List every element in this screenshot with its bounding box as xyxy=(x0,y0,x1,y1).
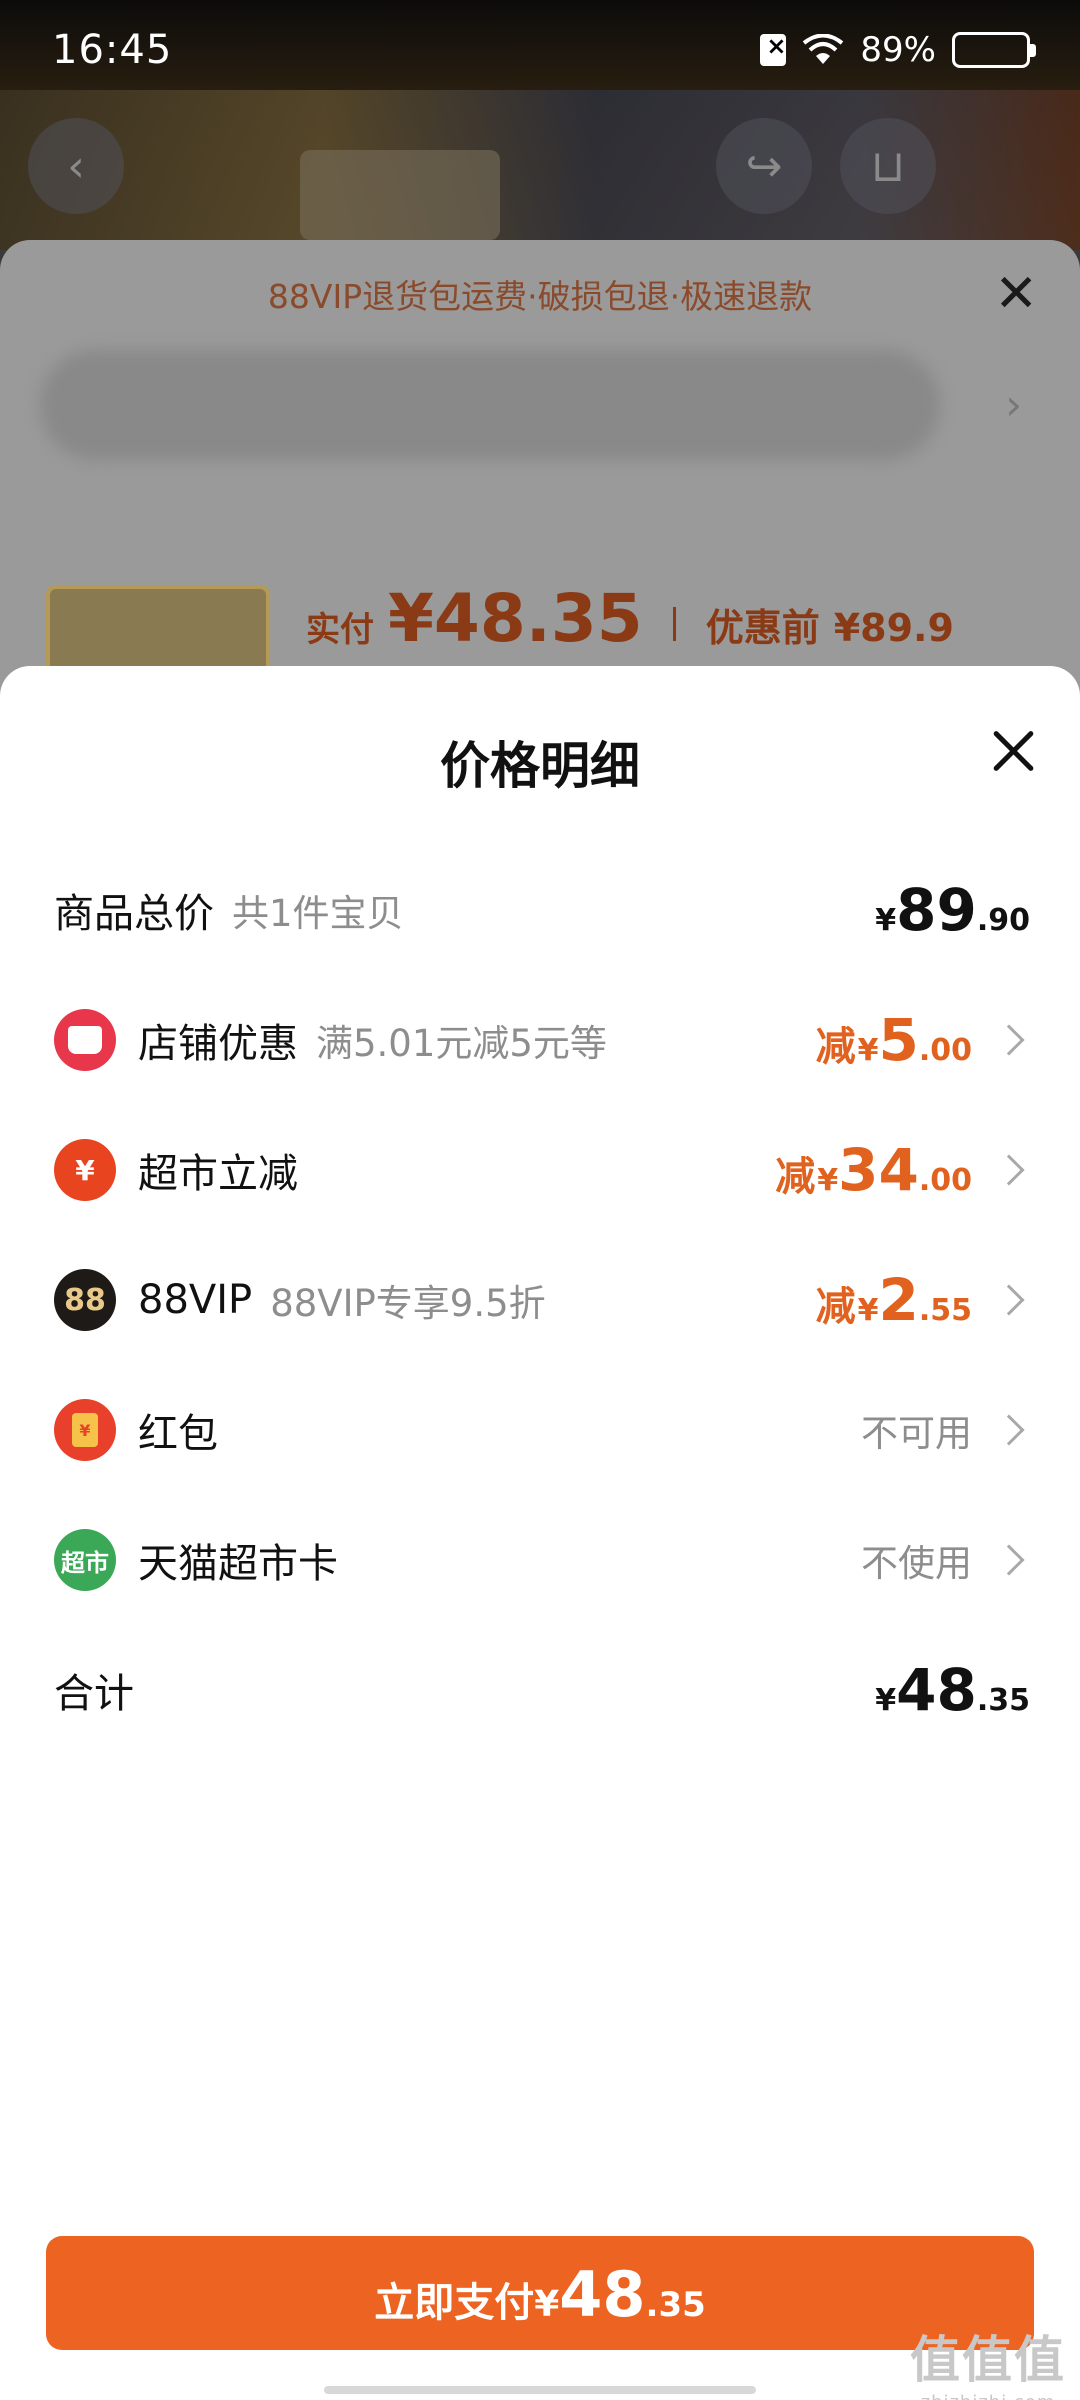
yen-sign: ¥ xyxy=(857,1033,879,1068)
pay-now-button[interactable]: 立即支付 ¥ 48 .35 xyxy=(46,2236,1034,2350)
red-packet-icon-glyph: ¥ xyxy=(72,1413,98,1447)
yen-sign: ¥ xyxy=(817,1163,839,1198)
row-store-discount[interactable]: 店铺优惠 满5.01元减5元等 减 ¥ 5 .00 xyxy=(0,990,1080,1090)
red-packet-icon: ¥ xyxy=(54,1399,116,1461)
tmall-card-icon: 超市 xyxy=(54,1529,116,1591)
row-amount: 减 ¥ 2 .55 xyxy=(816,1266,972,1334)
original-price: ¥89.9 xyxy=(833,606,954,650)
chevron-right-icon xyxy=(993,1284,1025,1316)
chevron-right-icon xyxy=(993,1544,1025,1576)
watermark-logo: 值值值 xyxy=(910,2331,1066,2389)
background-close-icon: ✕ xyxy=(994,264,1038,324)
paid-label: 实付 xyxy=(306,610,374,650)
price-detail-sheet: 价格明细 商品总价 共1件宝贝 ¥ 89 .90 店铺优惠 满5.01元减5元等… xyxy=(0,666,1080,2400)
battery-percent: 89% xyxy=(860,30,936,70)
row-label: 红包 xyxy=(138,1411,218,1457)
back-icon: ‹ xyxy=(28,118,124,214)
chevron-right-icon: › xyxy=(1005,380,1022,429)
vip-service-banner: 88VIP退货包运费·破损包退·极速退款 xyxy=(267,277,813,316)
row-sub: 共1件宝贝 xyxy=(232,892,404,935)
row-amount: ¥ 48 .35 xyxy=(875,1656,1030,1724)
battery-icon xyxy=(952,32,1036,68)
amount-integer: 89 xyxy=(896,876,977,944)
pay-button-decimal: .35 xyxy=(645,2285,706,2325)
blurred-address xyxy=(40,350,940,460)
row-status: 不使用 xyxy=(861,1542,972,1585)
market-discount-icon: ¥ xyxy=(54,1139,116,1201)
row-88vip[interactable]: 88 88VIP 88VIP专享9.5折 减 ¥ 2 .55 xyxy=(0,1250,1080,1350)
amount-integer: 48 xyxy=(896,1656,977,1724)
row-label: 天猫超市卡 xyxy=(138,1541,338,1587)
original-label: 优惠前 xyxy=(705,606,820,650)
discount-prefix: 减 xyxy=(815,1284,856,1330)
row-market-discount[interactable]: ¥ 超市立减 减 ¥ 34 .00 xyxy=(0,1120,1080,1220)
amount-decimal: .90 xyxy=(976,903,1030,938)
row-total: 合计 ¥ 48 .35 xyxy=(0,1640,1080,1740)
row-red-packet[interactable]: ¥ 红包 不可用 xyxy=(0,1380,1080,1480)
chevron-right-icon xyxy=(993,1024,1025,1056)
amount-integer: 34 xyxy=(838,1136,919,1204)
row-label: 店铺优惠 xyxy=(138,1021,298,1067)
amount-decimal: .35 xyxy=(976,1683,1030,1718)
row-label: 合计 xyxy=(54,1671,134,1717)
pay-button-yen: ¥ xyxy=(534,2284,560,2325)
yen-sign: ¥ xyxy=(875,1683,897,1718)
row-goods-total: 商品总价 共1件宝贝 ¥ 89 .90 xyxy=(0,860,1080,960)
row-label: 商品总价 xyxy=(54,891,214,937)
amount-integer: 5 xyxy=(878,1006,919,1074)
row-sub: 满5.01元减5元等 xyxy=(316,1022,607,1065)
row-amount: 减 ¥ 34 .00 xyxy=(775,1136,972,1204)
background-product-thumbnail xyxy=(300,150,500,240)
share-icon: ↪ xyxy=(716,118,812,214)
price-divider xyxy=(672,607,676,641)
row-label: 超市立减 xyxy=(138,1151,298,1197)
status-icons: 89% xyxy=(760,30,1036,70)
discount-prefix: 减 xyxy=(775,1154,816,1200)
amount-decimal: .00 xyxy=(918,1033,972,1068)
yen-sign: ¥ xyxy=(875,903,897,938)
amount-decimal: .55 xyxy=(918,1293,972,1328)
row-amount: ¥ 89 .90 xyxy=(875,876,1030,944)
close-icon[interactable] xyxy=(990,728,1036,774)
pay-button-integer: 48 xyxy=(559,2258,646,2331)
row-label: 88VIP xyxy=(138,1277,253,1323)
home-indicator[interactable] xyxy=(324,2386,756,2394)
chevron-right-icon xyxy=(993,1154,1025,1186)
row-tmall-card[interactable]: 超市 天猫超市卡 不使用 xyxy=(0,1510,1080,1610)
vip88-icon: 88 xyxy=(54,1269,116,1331)
sheet-title: 价格明细 xyxy=(440,737,640,795)
amount-integer: 2 xyxy=(878,1266,919,1334)
store-icon xyxy=(54,1009,116,1071)
watermark: 值值值 zhizhizhi.com xyxy=(910,2320,1066,2400)
row-amount: 减 ¥ 5 .00 xyxy=(816,1006,972,1074)
paid-amount: ¥48.35 xyxy=(388,580,643,657)
chevron-right-icon xyxy=(993,1414,1025,1446)
status-time: 16:45 xyxy=(52,27,173,73)
cart-icon: ⊔ xyxy=(840,118,936,214)
status-bar: 16:45 89% xyxy=(0,0,1080,100)
row-status: 不可用 xyxy=(861,1412,972,1455)
amount-decimal: .00 xyxy=(918,1163,972,1198)
discount-prefix: 减 xyxy=(815,1024,856,1070)
background-price: 实付 ¥48.35 优惠前 ¥89.9 xyxy=(306,580,954,657)
wifi-icon xyxy=(803,34,844,64)
yen-sign: ¥ xyxy=(857,1293,879,1328)
row-sub: 88VIP专享9.5折 xyxy=(270,1282,546,1325)
watermark-url: zhizhizhi.com xyxy=(910,2392,1066,2400)
no-sim-icon xyxy=(760,32,787,66)
pay-button-label: 立即支付 xyxy=(374,2280,535,2326)
